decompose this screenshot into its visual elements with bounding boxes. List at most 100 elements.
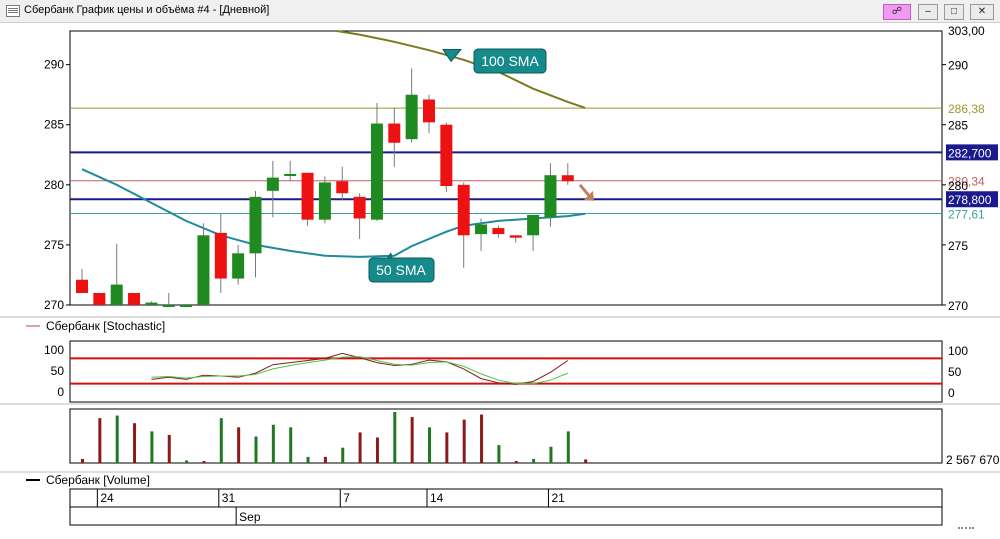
- minimize-button[interactable]: –: [918, 4, 938, 20]
- candle: [440, 122, 453, 193]
- candle: [370, 103, 383, 221]
- sma-50-callout-label: 50 SMA: [376, 262, 426, 278]
- candle: [336, 166, 349, 201]
- price-level-label: 282,700: [948, 146, 992, 160]
- stochastic-tick-label: 0: [57, 385, 64, 399]
- candle: [388, 107, 401, 167]
- candle-body: [110, 284, 123, 305]
- candle-body: [266, 177, 279, 191]
- x-tick-label: 7: [343, 491, 350, 505]
- candle: [423, 94, 435, 134]
- volume-bar: [202, 460, 206, 463]
- chart-window: Сбербанк График цены и объёма #4 - [Днев…: [0, 0, 1000, 539]
- stochastic-panel-label: Сбербанк [Stochastic]: [46, 319, 165, 333]
- candle: [214, 213, 227, 293]
- candle-body: [561, 175, 574, 182]
- x-tick-label: 21: [551, 491, 565, 505]
- candle-body: [180, 305, 193, 307]
- volume-bar: [81, 458, 84, 463]
- price-level-label: 286,38: [948, 102, 985, 116]
- stochastic-tick-label: 0: [948, 386, 955, 400]
- candle-body: [128, 292, 141, 305]
- sma-100-callout-label: 100 SMA: [481, 53, 539, 69]
- candle-body: [249, 196, 262, 254]
- window-icon: [6, 5, 20, 17]
- y-tick-label: 290: [948, 59, 968, 73]
- price-level-label: 277,61: [948, 208, 985, 222]
- candle-body: [336, 181, 349, 194]
- stochastic-tick-label: 50: [948, 365, 962, 379]
- volume-bar: [480, 414, 484, 463]
- candle: [318, 176, 331, 224]
- candle-body: [93, 292, 106, 305]
- candle: [492, 225, 505, 238]
- link-icon[interactable]: ☍: [883, 4, 911, 20]
- candle-body: [423, 99, 435, 123]
- volume-bar: [133, 423, 137, 463]
- resize-grip[interactable]: [958, 527, 974, 535]
- candle-body: [76, 279, 88, 293]
- close-button[interactable]: ✕: [970, 4, 994, 20]
- y-tick-label: 290: [44, 58, 64, 72]
- stochastic-tick-label: 50: [51, 364, 65, 378]
- candle-body: [214, 232, 227, 279]
- candle-body: [509, 235, 522, 238]
- volume-bar: [289, 427, 293, 463]
- y-tick-label: 275: [44, 238, 64, 252]
- candle-body: [353, 196, 366, 219]
- candle-body: [405, 94, 418, 140]
- candle: [509, 235, 522, 243]
- x-tick-label: 31: [222, 491, 236, 505]
- volume-bar: [566, 431, 570, 463]
- volume-bar: [393, 412, 397, 463]
- candle: [301, 172, 314, 226]
- volume-bar: [115, 415, 119, 463]
- volume-bar: [462, 419, 466, 463]
- y-tick-label: 280: [948, 179, 968, 193]
- volume-panel-label: Сбербанк [Volume]: [46, 473, 150, 487]
- candle: [266, 160, 279, 218]
- chart-area[interactable]: 286,38282,700280,34278,800277,61 100 SMA…: [0, 23, 1000, 539]
- y-top-label: 303,00: [948, 24, 985, 38]
- maximize-button[interactable]: □: [944, 4, 964, 20]
- volume-bar: [323, 456, 327, 463]
- candle-body: [457, 184, 470, 236]
- y-tick-label: 270: [44, 298, 64, 312]
- volume-bar: [375, 437, 379, 463]
- candle: [457, 182, 470, 268]
- candle-body: [370, 123, 383, 220]
- y-tick-label: 280: [44, 178, 64, 192]
- candle: [249, 190, 262, 278]
- candle: [353, 193, 366, 239]
- candle: [110, 243, 123, 305]
- volume-scale-label: 2 567 670: [946, 453, 1000, 467]
- volume-bar: [341, 447, 345, 463]
- stochastic-line: [151, 356, 568, 385]
- month-label: Sep: [239, 510, 261, 524]
- candle-body: [544, 175, 557, 218]
- volume-bar: [410, 417, 414, 463]
- candle-body: [232, 253, 245, 279]
- volume-bar: [532, 458, 536, 463]
- candle: [145, 301, 158, 305]
- candle: [527, 214, 540, 251]
- y-tick-label: 285: [44, 118, 64, 132]
- volume-bar: [428, 427, 431, 463]
- candle-body: [527, 214, 540, 236]
- candle: [232, 244, 245, 285]
- x-tick-label: 24: [100, 491, 114, 505]
- volume-bar: [167, 434, 171, 463]
- volume-bar: [98, 418, 102, 463]
- volume-bar: [549, 446, 553, 463]
- candle-body: [301, 172, 314, 220]
- volume-bar: [584, 459, 588, 463]
- candle-body: [284, 174, 297, 177]
- candle-body: [197, 235, 210, 305]
- window-title: Сбербанк График цены и объёма #4 - [Днев…: [24, 4, 270, 16]
- title-bar: Сбербанк График цены и объёма #4 - [Днев…: [0, 0, 1000, 23]
- sma-100-line: [336, 30, 586, 109]
- candle: [284, 160, 297, 182]
- candle-body: [162, 305, 175, 307]
- candle-body: [440, 124, 453, 187]
- stochastic-tick-label: 100: [44, 343, 64, 357]
